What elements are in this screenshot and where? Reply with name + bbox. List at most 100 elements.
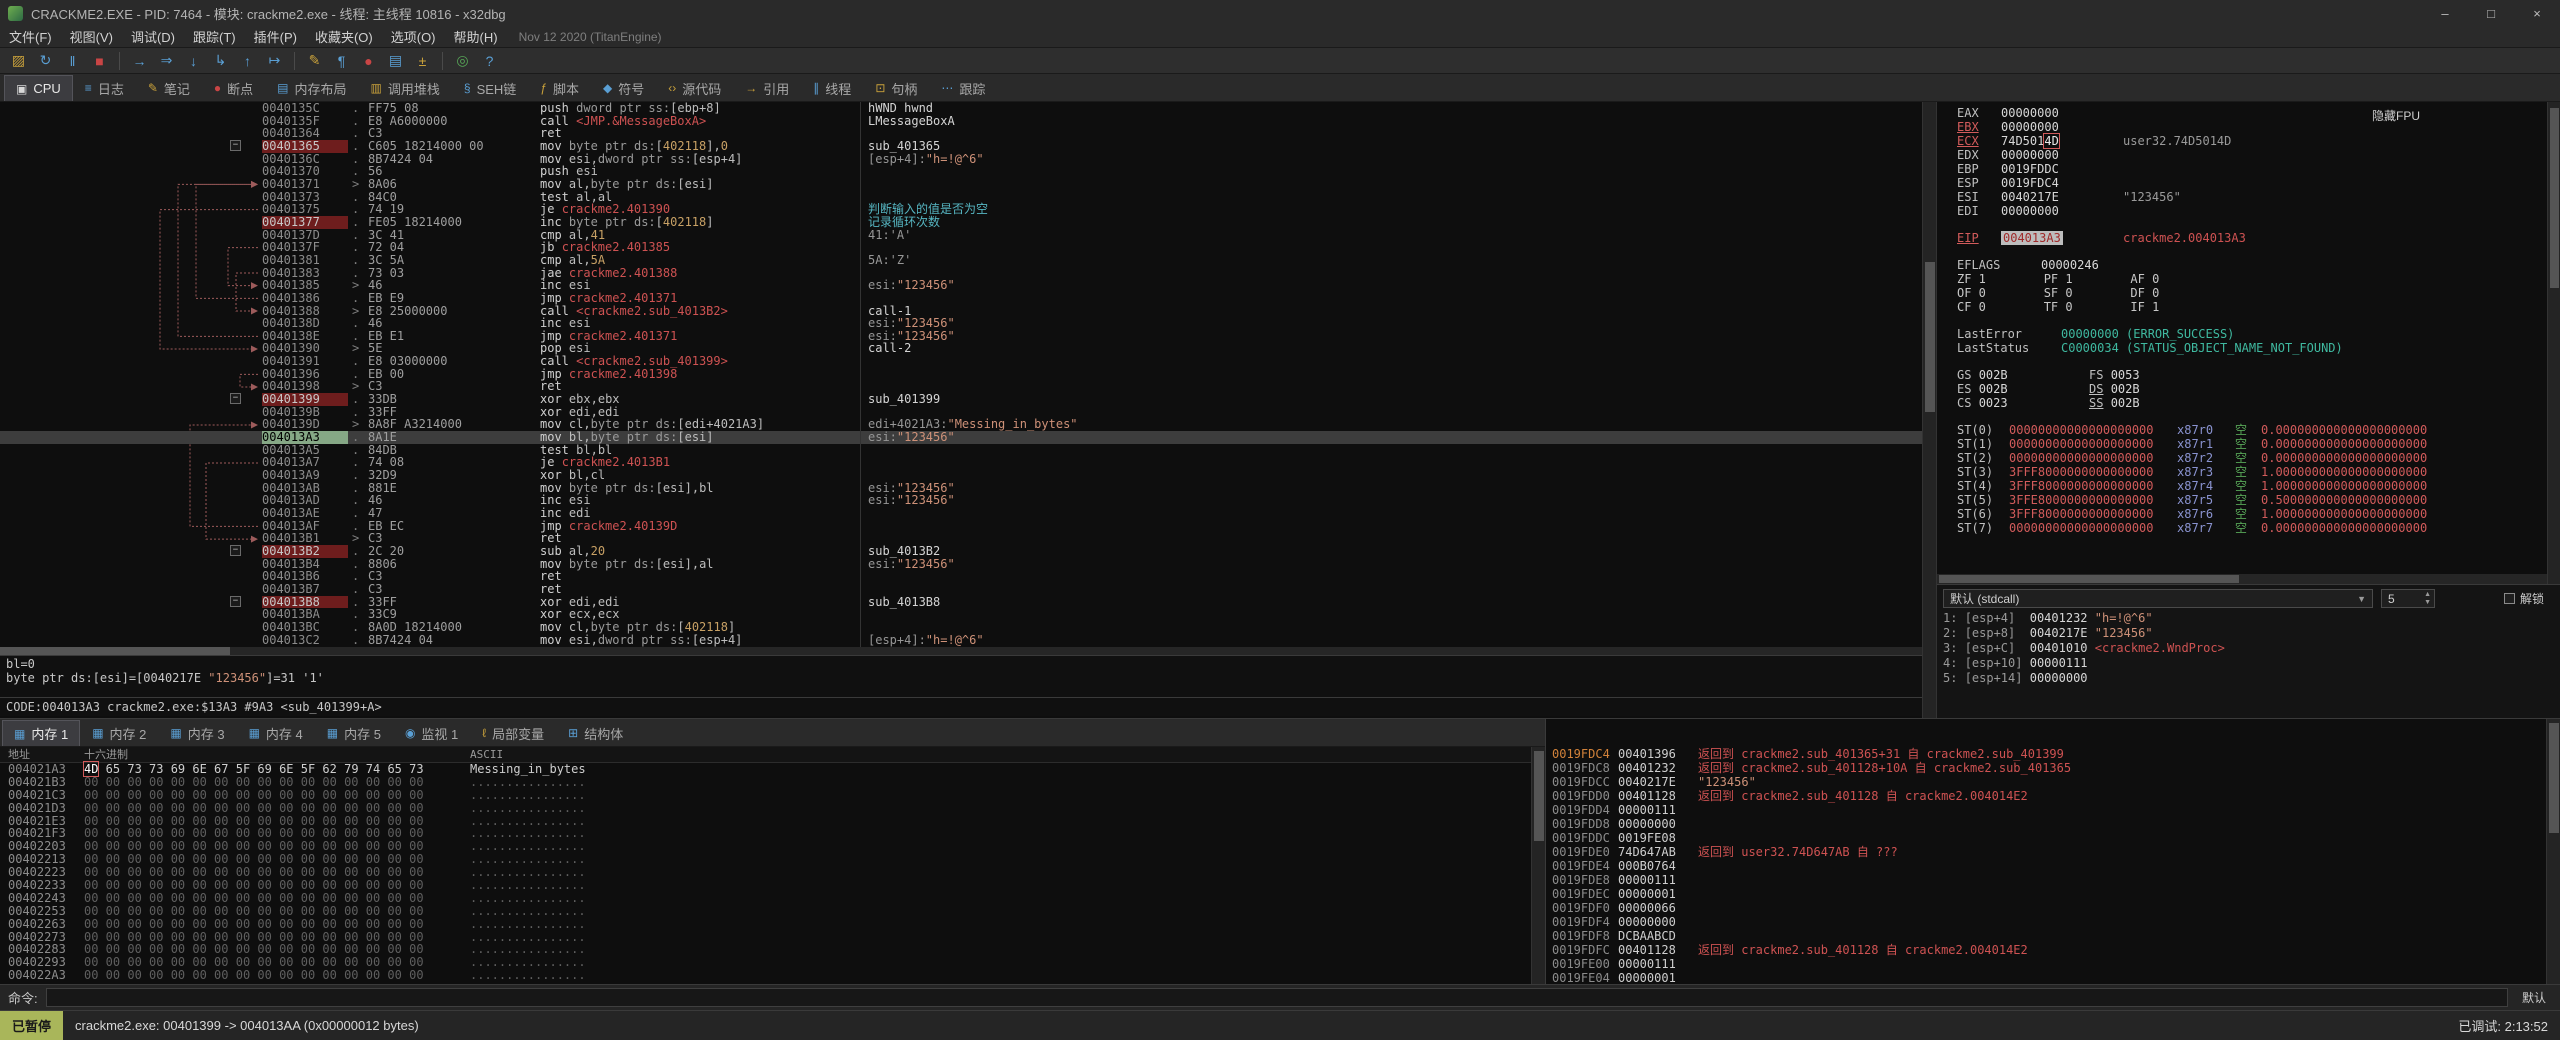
stack-row[interactable]: 0019FDF8DCBAABCD — [1546, 929, 2560, 943]
scrollbar-thumb[interactable] — [1939, 575, 2239, 583]
bottom-tab-locals[interactable]: ℓ局部变量 — [470, 720, 556, 746]
fold-toggle[interactable]: − — [230, 393, 241, 404]
registers-vscrollbar[interactable] — [2547, 102, 2560, 584]
stepper-arrows-icon[interactable]: ▲▼ — [2424, 591, 2431, 607]
fpu-register-row[interactable]: ST(2)00000000000000000000x87r2空0.0000000… — [1937, 451, 2560, 465]
stack-row[interactable]: 0019FDE074D647AB返回到 user32.74D647AB 自 ??… — [1546, 845, 2560, 859]
stack-row[interactable]: 0019FDDC0019FE08 — [1546, 831, 2560, 845]
bottom-tab-struct[interactable]: ⊞结构体 — [556, 720, 635, 746]
fpu-register-row[interactable]: ST(3)3FFF8000000000000000x87r3空1.0000000… — [1937, 465, 2560, 479]
stack-row[interactable]: 0019FDCC0040217E"123456" — [1546, 775, 2560, 789]
tab-handles[interactable]: ⊡句柄 — [863, 75, 929, 101]
disasm-row[interactable]: 0040138D.46inc esiesi:"123456" — [0, 317, 1922, 330]
run-conditional-icon[interactable]: ⇒ — [154, 50, 179, 72]
tab-trace[interactable]: ⋯跟踪 — [929, 75, 997, 101]
stack-row[interactable]: 0019FE0400000001 — [1546, 971, 2560, 984]
hex-row[interactable]: 004021A34D 65 73 73 69 6E 67 5F 69 6E 5F… — [0, 763, 1545, 776]
fpu-register-row[interactable]: ST(6)3FFF8000000000000000x87r6空1.0000000… — [1937, 507, 2560, 521]
stack-row[interactable]: 0019FE0000000111 — [1546, 957, 2560, 971]
disasm-row[interactable]: 004013BA.33C9xor ecx,ecx — [0, 608, 1922, 621]
stack-row[interactable]: 0019FDC800401232返回到 crackme2.sub_401128+… — [1546, 761, 2560, 775]
hex-row[interactable]: 0040225300 00 00 00 00 00 00 00 00 00 00… — [0, 905, 1545, 918]
menu-item-5[interactable]: 收藏夹(O) — [306, 27, 382, 46]
stack-view[interactable]: 0019FDC400401396返回到 crackme2.sub_401365+… — [1546, 719, 2560, 984]
register-row-eip[interactable]: EIP004013A3crackme2.004013A3 — [1937, 231, 2560, 245]
pause-icon[interactable]: ‖ — [60, 50, 85, 72]
minimize-button[interactable]: – — [2422, 0, 2468, 26]
disasm-row[interactable]: −00401399.33DBxor ebx,ebxsub_401399 — [0, 393, 1922, 406]
stack-row[interactable]: 0019FDE4000B0764 — [1546, 859, 2560, 873]
stack-row[interactable]: 0019FDF400000000 — [1546, 915, 2560, 929]
restart-icon[interactable]: ↻ — [33, 50, 58, 72]
disasm-row[interactable]: 004013B7.C3ret — [0, 583, 1922, 596]
menu-item-2[interactable]: 调试(D) — [122, 27, 184, 46]
stack-arg-row[interactable]: 4: [esp+10] 00000111 — [1937, 656, 2560, 671]
register-row[interactable]: EAX00000000 — [1937, 106, 2560, 120]
bottom-tab-dump2[interactable]: ▦内存 2 — [80, 720, 158, 746]
help-icon[interactable]: ? — [477, 50, 502, 72]
fpu-register-row[interactable]: ST(0)00000000000000000000x87r0空0.0000000… — [1937, 423, 2560, 437]
calling-convention-select[interactable]: 默认 (stdcall) ▼ — [1943, 589, 2373, 608]
stack-row[interactable]: 0019FDD400000111 — [1546, 803, 2560, 817]
tab-log[interactable]: ≡日志 — [73, 75, 136, 101]
registers-hscrollbar[interactable] — [1937, 574, 2560, 584]
menu-item-1[interactable]: 视图(V) — [61, 27, 122, 46]
tab-script[interactable]: ƒ脚本 — [528, 75, 591, 101]
run-to-cursor-icon[interactable]: ↦ — [262, 50, 287, 72]
run-icon[interactable]: → — [127, 50, 152, 72]
disasm-row[interactable]: 004013AE.47inc edi — [0, 507, 1922, 520]
stack-row[interactable]: 0019FDFC00401128返回到 crackme2.sub_401128 … — [1546, 943, 2560, 957]
hex-row[interactable]: 004022A300 00 00 00 00 00 00 00 00 00 00… — [0, 969, 1545, 982]
disasm-row[interactable]: 00401391.E8 03000000call <crackme2.sub_4… — [0, 355, 1922, 368]
hex-row[interactable]: 004021B300 00 00 00 00 00 00 00 00 00 00… — [0, 776, 1545, 789]
tab-symbols[interactable]: ◆符号 — [591, 75, 656, 101]
stack-arg-row[interactable]: 2: [esp+8] 0040217E "123456" — [1937, 626, 2560, 641]
flags-row[interactable]: CF 0 TF 0 IF 1 — [1937, 300, 2560, 314]
stack-row[interactable]: 0019FDD800000000 — [1546, 817, 2560, 831]
register-row[interactable]: ESI0040217E"123456" — [1937, 190, 2560, 204]
stack-arg-row[interactable]: 1: [esp+4] 00401232 "h=!@^6" — [1937, 611, 2560, 626]
disassembly-view[interactable]: EIP 0040135C.FF75 08push dword ptr ss:[e… — [0, 102, 1922, 655]
scrollbar-thumb[interactable] — [2549, 723, 2559, 833]
hex-row[interactable]: 0040224300 00 00 00 00 00 00 00 00 00 00… — [0, 892, 1545, 905]
bottom-tab-dump5[interactable]: ▦内存 5 — [315, 720, 393, 746]
tab-callstack[interactable]: ▥调用堆栈 — [359, 75, 452, 101]
disasm-row[interactable]: 00401371>8A06mov al,byte ptr ds:[esi] — [0, 178, 1922, 191]
close-button[interactable]: × — [2514, 0, 2560, 26]
register-row[interactable]: EDI00000000 — [1937, 204, 2560, 218]
hexdump-vscrollbar[interactable] — [1531, 747, 1545, 984]
fpu-register-row[interactable]: ST(7)00000000000000000000x87r7空0.0000000… — [1937, 521, 2560, 535]
scrollbar-thumb[interactable] — [1534, 751, 1544, 841]
segment-row[interactable]: ES 002BDS 002B — [1937, 382, 2560, 396]
hex-row[interactable]: 004021C300 00 00 00 00 00 00 00 00 00 00… — [0, 789, 1545, 802]
fold-toggle[interactable]: − — [230, 545, 241, 556]
stack-row[interactable]: 0019FDD000401128返回到 crackme2.sub_401128 … — [1546, 789, 2560, 803]
breakpoint-icon[interactable]: ● — [356, 50, 381, 72]
memory-map-icon[interactable]: ▤ — [383, 50, 408, 72]
patch-icon[interactable]: ✎ — [302, 50, 327, 72]
step-over-icon[interactable]: ↳ — [208, 50, 233, 72]
tab-memorymap[interactable]: ▤内存布局 — [265, 75, 358, 101]
tab-seh[interactable]: §SEH链 — [452, 75, 528, 101]
menu-item-0[interactable]: 文件(F) — [0, 27, 61, 46]
settings-icon[interactable]: ◎ — [450, 50, 475, 72]
stack-arg-row[interactable]: 3: [esp+C] 00401010 <crackme2.WndProc> — [1937, 641, 2560, 656]
flags-row[interactable]: ZF 1 PF 1 AF 0 — [1937, 272, 2560, 286]
step-out-icon[interactable]: ↑ — [235, 50, 260, 72]
stack-row[interactable]: 0019FDE800000111 — [1546, 873, 2560, 887]
stack-arg-row[interactable]: 5: [esp+14] 00000000 — [1937, 671, 2560, 686]
disasm-row[interactable]: 004013C2.8B7424 04mov esi,dword ptr ss:[… — [0, 634, 1922, 647]
hex-row[interactable]: 004021D300 00 00 00 00 00 00 00 00 00 00… — [0, 802, 1545, 815]
disasm-row[interactable]: 00401377.FE05 18214000inc byte ptr ds:[4… — [0, 216, 1922, 229]
bottom-tab-watch1[interactable]: ◉监视 1 — [393, 720, 470, 746]
disasm-row[interactable]: 00401381.3C 5Acmp al,5A5A:'Z' — [0, 254, 1922, 267]
menu-item-7[interactable]: 帮助(H) — [445, 27, 507, 46]
stack-vscrollbar[interactable] — [2546, 719, 2560, 984]
tab-notes[interactable]: ✎笔记 — [136, 75, 202, 101]
register-row[interactable]: EDX00000000 — [1937, 148, 2560, 162]
disasm-row[interactable]: 0040135C.FF75 08push dword ptr ss:[ebp+8… — [0, 102, 1922, 115]
bottom-tab-dump3[interactable]: ▦内存 3 — [158, 720, 236, 746]
disasm-vscrollbar[interactable] — [1922, 102, 1937, 718]
register-row[interactable]: EBX00000000 — [1937, 120, 2560, 134]
disasm-row[interactable]: −004013B2.2C 20sub al,20sub_4013B2 — [0, 545, 1922, 558]
